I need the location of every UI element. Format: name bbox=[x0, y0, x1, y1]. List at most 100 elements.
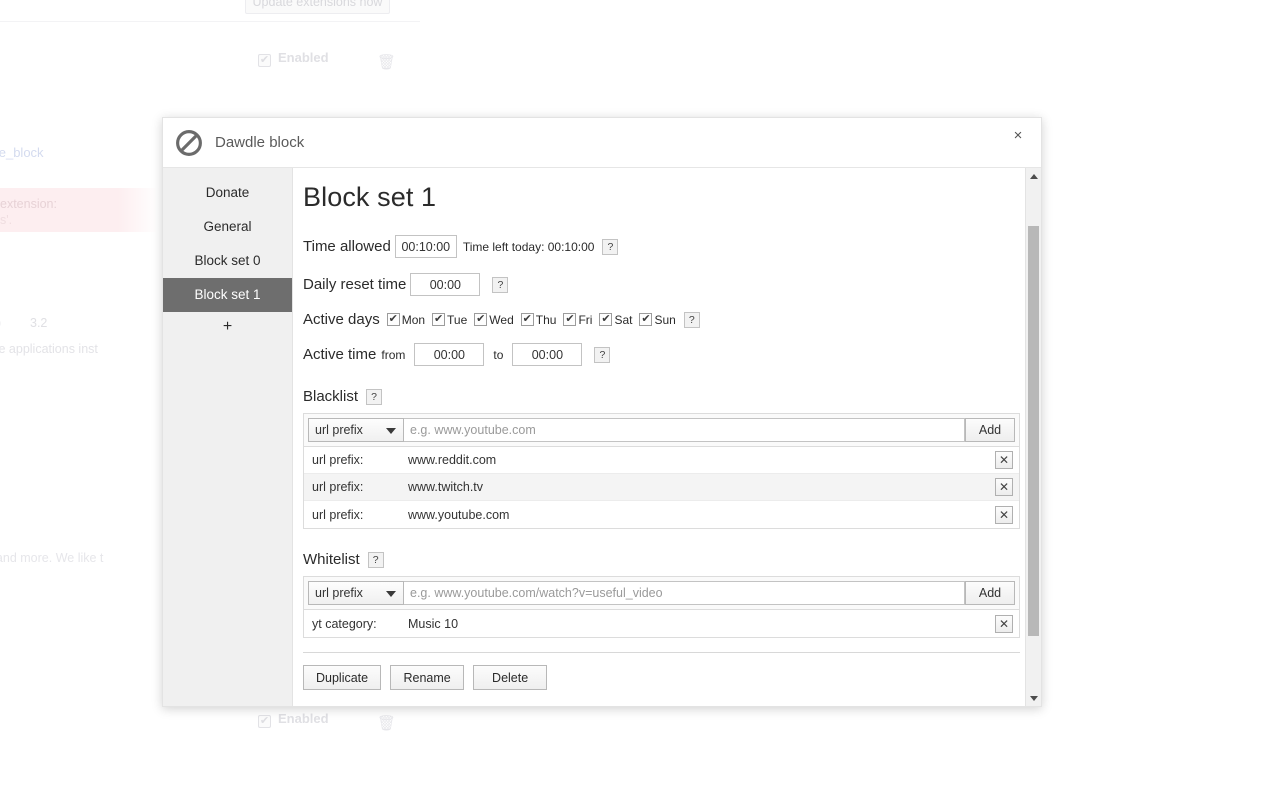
whitelist-entry-value: Music 10 bbox=[408, 616, 459, 631]
blacklist-entry-type: url prefix: bbox=[312, 507, 364, 522]
enabled-checkbox-top[interactable]: ✔ bbox=[258, 54, 271, 67]
trash-icon-bottom[interactable]: 🗑 bbox=[377, 714, 396, 732]
blacklist-delete-icon[interactable]: ✕ bbox=[995, 478, 1013, 496]
add-block-set-button[interactable]: + bbox=[163, 312, 292, 342]
whitelist-input[interactable] bbox=[404, 581, 965, 605]
scroll-up-icon[interactable] bbox=[1026, 168, 1041, 184]
background-fade bbox=[118, 130, 166, 590]
extension-link[interactable]: awdle_block bbox=[0, 145, 44, 160]
emotes-text: emotes, and more. We like t bbox=[0, 551, 104, 565]
sidebar: Donate General Block set 0 Block set 1 + bbox=[163, 168, 293, 706]
whitelist-add-button[interactable]: Add bbox=[965, 581, 1015, 605]
time-allowed-help-icon[interactable]: ? bbox=[602, 238, 619, 255]
blacklist-type-select-value: url prefix bbox=[315, 423, 363, 437]
active-days-label: Active days bbox=[303, 311, 380, 328]
table-row: yt category: Music 10 ✕ bbox=[304, 610, 1019, 637]
active-day-thu: ✔ Thu bbox=[520, 312, 557, 327]
scroll-down-icon[interactable] bbox=[1026, 690, 1041, 706]
rename-button[interactable]: Rename bbox=[390, 665, 465, 690]
chevron-down-icon bbox=[386, 591, 396, 597]
active-time-label: Active time bbox=[303, 346, 377, 363]
active-time-to-label: to bbox=[493, 347, 504, 362]
daily-reset-input[interactable] bbox=[410, 273, 481, 296]
blacklist-entry-value: www.twitch.tv bbox=[408, 480, 484, 494]
banner-line-1: extension: bbox=[0, 197, 57, 211]
prohibition-icon bbox=[176, 129, 202, 156]
sidebar-item-block-set-1[interactable]: Block set 1 bbox=[163, 278, 292, 312]
blacklist-box: url prefix Add url prefix: www.reddit.co… bbox=[303, 413, 1020, 529]
blacklist-delete-icon[interactable]: ✕ bbox=[995, 451, 1013, 469]
version-paren: e) bbox=[0, 316, 1, 330]
dawdle-block-dialog: Dawdle block × Donate General Block set … bbox=[162, 117, 1042, 707]
active-day-fri: ✔ Fri bbox=[563, 313, 592, 327]
active-day-sun-label: Sun bbox=[654, 312, 676, 327]
blacklist-title: Blacklist bbox=[303, 388, 359, 405]
blacklist-input[interactable] bbox=[404, 418, 965, 442]
dialog-title: Dawdle block bbox=[215, 134, 305, 151]
active-day-sun-checkbox[interactable]: ✔ bbox=[639, 313, 653, 326]
active-day-thu-label: Thu bbox=[535, 312, 557, 327]
active-time-row: Active time from to ? bbox=[303, 343, 1020, 366]
whitelist-title: Whitelist bbox=[303, 551, 360, 568]
active-day-sun: ✔ Sun bbox=[639, 312, 676, 327]
duplicate-button[interactable]: Duplicate bbox=[303, 665, 382, 690]
active-day-wed: ✔ Wed bbox=[474, 312, 514, 327]
active-day-tue-label: Tue bbox=[447, 312, 468, 327]
delete-button[interactable]: Delete bbox=[473, 665, 548, 690]
blacklist-delete-icon[interactable]: ✕ bbox=[995, 505, 1013, 524]
whitelist-type-select-value: url prefix bbox=[315, 586, 363, 600]
active-time-from-label: from bbox=[381, 347, 406, 362]
sidebar-item-donate[interactable]: Donate bbox=[163, 176, 292, 210]
blacklist-type-select[interactable]: url prefix bbox=[308, 418, 404, 442]
enabled-label-top: Enabled bbox=[278, 50, 329, 65]
sidebar-item-general[interactable]: General bbox=[163, 210, 292, 244]
active-days-help-icon[interactable]: ? bbox=[683, 311, 700, 328]
whitelist-help-icon[interactable]: ? bbox=[367, 551, 384, 568]
blacklist-header: Blacklist ? bbox=[303, 388, 1020, 405]
time-allowed-input[interactable] bbox=[394, 235, 457, 258]
dialog-header: Dawdle block × bbox=[163, 118, 1041, 168]
blacklist-add-button[interactable]: Add bbox=[965, 418, 1015, 442]
version-number: 3.2 bbox=[30, 316, 48, 330]
actions-divider bbox=[303, 652, 1020, 653]
whitelist-type-select[interactable]: url prefix bbox=[308, 581, 404, 605]
chevron-down-icon bbox=[386, 428, 396, 434]
enabled-label-bottom: Enabled bbox=[278, 711, 329, 726]
dialog-body: Donate General Block set 0 Block set 1 +… bbox=[163, 168, 1041, 706]
blacklist-entry-value: www.reddit.com bbox=[408, 453, 497, 467]
table-row: url prefix: www.reddit.com ✕ bbox=[304, 447, 1019, 474]
active-day-mon-checkbox[interactable]: ✔ bbox=[386, 313, 400, 326]
active-day-fri-checkbox[interactable]: ✔ bbox=[563, 313, 577, 326]
active-day-mon: ✔ Mon bbox=[386, 312, 426, 327]
banner-line-2: s'. bbox=[0, 213, 13, 227]
active-time-from-input[interactable] bbox=[414, 343, 485, 366]
update-extensions-button[interactable]: Update extensions now bbox=[245, 0, 390, 14]
active-day-wed-checkbox[interactable]: ✔ bbox=[474, 313, 488, 326]
table-row: url prefix: www.youtube.com ✕ bbox=[304, 501, 1019, 528]
active-day-sat-label: Sat bbox=[614, 312, 633, 327]
close-icon[interactable]: × bbox=[1007, 125, 1029, 147]
blacklist-add-row: url prefix Add bbox=[304, 414, 1019, 447]
active-day-fri-label: Fri bbox=[578, 312, 593, 327]
whitelist-add-row: url prefix Add bbox=[304, 577, 1019, 610]
active-day-wed-label: Wed bbox=[489, 312, 514, 327]
blacklist-help-icon[interactable]: ? bbox=[366, 388, 383, 405]
scrollbar-thumb[interactable] bbox=[1028, 226, 1039, 636]
active-day-thu-checkbox[interactable]: ✔ bbox=[520, 313, 534, 326]
active-time-to-input[interactable] bbox=[512, 343, 583, 366]
whitelist-header: Whitelist ? bbox=[303, 551, 1020, 568]
daily-reset-help-icon[interactable]: ? bbox=[492, 276, 509, 293]
whitelist-delete-icon[interactable]: ✕ bbox=[995, 614, 1013, 633]
enabled-checkbox-bottom[interactable]: ✔ bbox=[258, 715, 271, 728]
sidebar-item-block-set-0[interactable]: Block set 0 bbox=[163, 244, 292, 278]
active-day-sat-checkbox[interactable]: ✔ bbox=[599, 313, 613, 326]
vertical-scrollbar[interactable] bbox=[1025, 168, 1041, 706]
active-day-mon-label: Mon bbox=[401, 312, 426, 327]
active-day-tue: ✔ Tue bbox=[432, 313, 467, 327]
whitelist-entry-type: yt category: bbox=[312, 616, 377, 631]
active-time-help-icon[interactable]: ? bbox=[594, 346, 611, 363]
trash-icon-top[interactable]: 🗑 bbox=[377, 53, 396, 71]
page-title: Block set 1 bbox=[303, 182, 437, 212]
blacklist-entry-value: www.youtube.com bbox=[408, 507, 510, 522]
active-day-tue-checkbox[interactable]: ✔ bbox=[432, 313, 446, 326]
